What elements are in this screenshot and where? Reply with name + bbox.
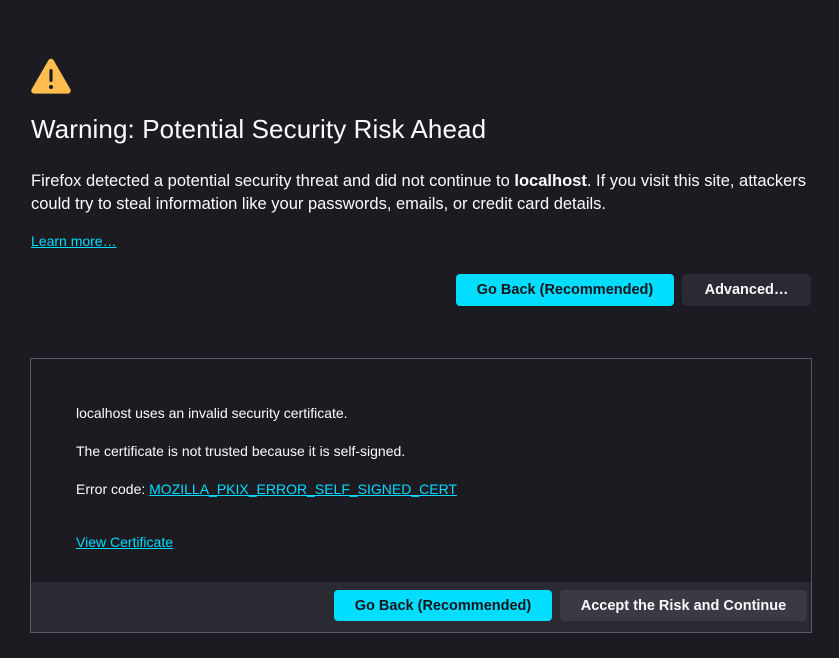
host-name: localhost [514,172,587,190]
panel-go-back-button[interactable]: Go Back (Recommended) [334,590,552,621]
invalid-cert-text: localhost uses an invalid security certi… [76,405,348,421]
view-certificate-link[interactable]: View Certificate [76,534,173,550]
description-text: Firefox detected a potential security th… [31,172,515,190]
page-title: Warning: Potential Security Risk Ahead [31,114,487,144]
error-code-label: Error code: [76,481,150,497]
advanced-button[interactable]: Advanced… [682,274,811,306]
security-warning-page: Warning: Potential Security Risk Ahead F… [0,0,839,658]
cert-reason-text: The certificate is not trusted because i… [76,443,406,459]
learn-more-link[interactable]: Learn more… [31,233,117,249]
error-code-line: Error code: MOZILLA_PKIX_ERROR_SELF_SIGN… [76,481,457,497]
view-certificate-line: View Certificate [76,534,173,550]
error-code-link[interactable]: MOZILLA_PKIX_ERROR_SELF_SIGNED_CERT [149,481,457,497]
advanced-panel-footer: Go Back (Recommended) Accept the Risk an… [31,582,811,632]
advanced-panel-body: localhost uses an invalid security certi… [31,359,811,582]
warning-triangle-icon [31,58,71,94]
warning-description: Firefox detected a potential security th… [31,170,811,216]
go-back-button[interactable]: Go Back (Recommended) [456,274,674,306]
advanced-panel: localhost uses an invalid security certi… [30,358,812,633]
accept-risk-button[interactable]: Accept the Risk and Continue [560,590,807,621]
